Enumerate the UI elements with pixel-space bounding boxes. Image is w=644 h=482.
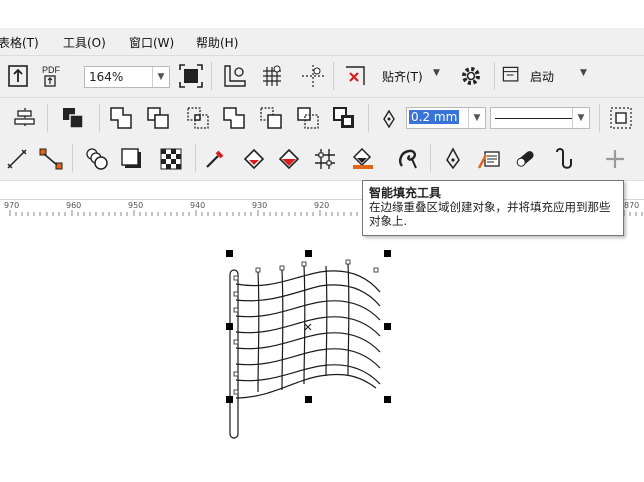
separator <box>430 144 431 172</box>
mesh-grid-icon[interactable] <box>310 144 340 174</box>
standard-toolbar: PDF 164% ▼ 贴齐(T) ▼ 启动 ▼ <box>0 56 644 98</box>
selection-handle <box>384 323 391 330</box>
outline-width-combo[interactable]: 0.2 mm ▼ <box>406 107 486 129</box>
center-mark <box>304 323 312 331</box>
menu-window[interactable]: 窗口(W) <box>129 34 174 51</box>
show-guidelines-icon[interactable] <box>298 61 328 91</box>
boundary-icon[interactable] <box>329 103 359 133</box>
options-icon[interactable] <box>456 61 486 91</box>
ruler-label: 960 <box>66 201 82 210</box>
app-launcher-icon[interactable] <box>500 60 522 90</box>
transparency-tool-icon[interactable] <box>156 144 186 174</box>
mesh-fill-tool-icon[interactable] <box>275 144 305 174</box>
snap-to-dropdown[interactable]: 贴齐(T) <box>382 68 423 85</box>
line-style-combo[interactable]: ▼ <box>490 107 590 129</box>
eyedropper-tool-icon[interactable] <box>200 144 230 174</box>
separator <box>72 144 73 172</box>
snap-off-icon[interactable] <box>340 61 370 91</box>
line-style-preview <box>495 118 573 119</box>
smart-fill-tool-icon[interactable] <box>348 144 378 174</box>
show-rulers-icon[interactable] <box>220 61 250 91</box>
separator <box>195 144 196 172</box>
connector-tool-icon[interactable] <box>36 144 66 174</box>
front-minus-back-icon[interactable] <box>256 103 286 133</box>
separator <box>599 104 600 132</box>
chevron-down-icon[interactable]: ▼ <box>580 68 587 78</box>
separator <box>333 62 334 90</box>
selection-handle <box>226 396 233 403</box>
menu-help[interactable]: 帮助(H) <box>196 34 238 51</box>
simplify-icon[interactable] <box>219 103 249 133</box>
drawing-canvas[interactable] <box>0 216 644 482</box>
selection-handle <box>305 250 312 257</box>
separator <box>368 104 369 132</box>
flag-drawing[interactable] <box>0 216 644 482</box>
full-screen-icon[interactable] <box>176 61 206 91</box>
separator <box>47 104 48 132</box>
pen-nib-icon[interactable] <box>376 104 402 134</box>
import-icon[interactable] <box>3 61 33 91</box>
ruler-label: 920 <box>314 201 330 210</box>
interactive-fill-tool-icon[interactable] <box>240 144 270 174</box>
selection-handle <box>226 250 233 257</box>
chevron-down-icon[interactable]: ▼ <box>433 68 440 78</box>
separator <box>211 62 212 90</box>
selection-handle <box>384 396 391 403</box>
weld-icon[interactable] <box>106 103 136 133</box>
smart-drawing-icon[interactable] <box>393 144 423 174</box>
ruler-label: 930 <box>252 201 268 210</box>
group-icon[interactable] <box>58 103 88 133</box>
tooltip-description: 在边缘重叠区域创建对象，并将填充应用到那些对象上. <box>369 200 611 228</box>
drop-shadow-tool-icon[interactable] <box>117 144 147 174</box>
trim-icon[interactable] <box>143 103 173 133</box>
shape-tool-icon[interactable] <box>550 144 580 174</box>
window-top-band <box>0 0 644 28</box>
back-minus-front-icon[interactable] <box>293 103 323 133</box>
ruler-label: 970 <box>4 201 20 210</box>
selection-handle <box>305 396 312 403</box>
add-tool-icon[interactable] <box>600 144 630 174</box>
selection-handle <box>226 323 233 330</box>
ruler-label: 940 <box>190 201 206 210</box>
tools-toolbar <box>0 138 644 317</box>
pen-tool-icon[interactable] <box>438 144 468 174</box>
show-grid-icon[interactable] <box>257 61 287 91</box>
intersect-icon[interactable] <box>183 103 213 133</box>
menu-bar: 表格(T) 工具(O) 窗口(W) 帮助(H) <box>0 28 644 56</box>
dimension-tool-icon[interactable] <box>2 144 32 174</box>
launch-dropdown[interactable]: 启动 <box>530 68 554 85</box>
svg-text:PDF: PDF <box>42 65 61 75</box>
property-bar: 0.2 mm ▼ ▼ <box>0 98 644 139</box>
eraser-icon[interactable] <box>510 144 540 174</box>
separator <box>494 62 495 90</box>
menu-tools[interactable]: 工具(O) <box>63 34 106 51</box>
zoom-level-combo[interactable]: 164% ▼ <box>84 66 170 88</box>
outline-width-value[interactable]: 0.2 mm <box>409 110 460 124</box>
tooltip-title: 智能填充工具 <box>369 186 442 200</box>
chevron-down-icon[interactable]: ▼ <box>468 108 485 128</box>
align-icon[interactable] <box>10 103 40 133</box>
zoom-level-value: 164% <box>89 70 124 84</box>
menu-table[interactable]: 表格(T) <box>0 34 39 51</box>
chevron-down-icon[interactable]: ▼ <box>572 108 589 128</box>
chevron-down-icon[interactable]: ▼ <box>152 67 169 87</box>
bspline-icon[interactable] <box>474 144 504 174</box>
separator <box>99 104 100 132</box>
selection-handle <box>384 250 391 257</box>
ruler-label: 950 <box>128 201 144 210</box>
export-pdf-icon[interactable]: PDF <box>38 61 68 91</box>
wrap-text-icon[interactable] <box>606 103 636 133</box>
smart-fill-tooltip: 智能填充工具 在边缘重叠区域创建对象，并将填充应用到那些对象上. <box>362 180 624 236</box>
ruler-label: 870 <box>624 201 640 210</box>
blend-tool-icon[interactable] <box>82 144 112 174</box>
